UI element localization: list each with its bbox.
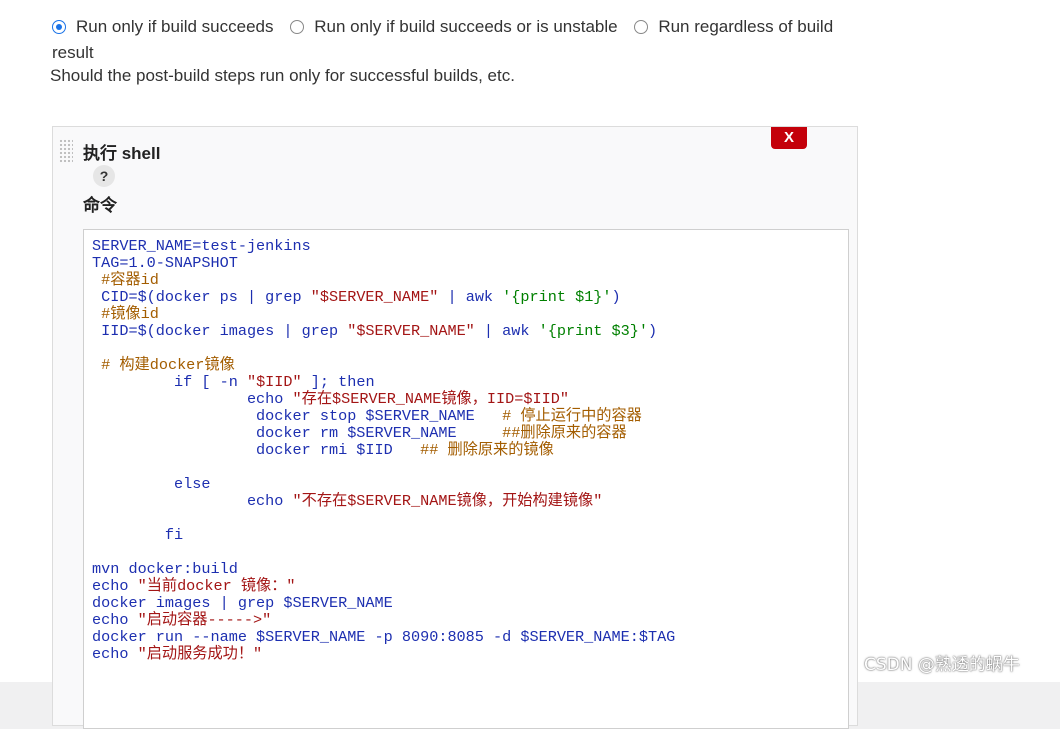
radio-label: Run only if build succeeds (76, 17, 274, 36)
code-line: #容器id (101, 271, 159, 289)
code-line: docker run --name $SERVER_NAME -p 8090:8… (92, 628, 676, 646)
code-line: echo "启动服务成功！" (92, 645, 263, 663)
delete-step-button[interactable]: X (771, 127, 807, 149)
step-title: 执行 shell (83, 144, 161, 163)
code-line: SERVER_NAME=test-jenkins (92, 237, 311, 255)
code-line: TAG=1.0-SNAPSHOT (92, 254, 238, 272)
drag-handle-icon[interactable] (59, 139, 73, 163)
code-line: docker rm $SERVER_NAME ##删除原来的容器 (92, 424, 627, 442)
code-line: fi (92, 526, 184, 544)
post-build-help-text: Should the post-build steps run only for… (50, 66, 515, 85)
code-line: # 构建docker镜像 (101, 356, 235, 374)
code-line: echo "不存在$SERVER_NAME镜像，开始构建镜像" (92, 492, 603, 510)
code-line: echo "存在$SERVER_NAME镜像，IID=$IID" (92, 390, 569, 408)
code-line: IID=$(docker images | grep "$SERVER_NAME… (92, 322, 658, 340)
code-line: docker images | grep $SERVER_NAME (92, 594, 393, 612)
command-code[interactable]: SERVER_NAME=test-jenkins TAG=1.0-SNAPSHO… (84, 230, 848, 663)
command-label: 命令 (83, 196, 117, 215)
radio-unselected-icon[interactable] (290, 20, 305, 34)
left-gutter (0, 0, 37, 682)
code-line: CID=$(docker ps | grep "$SERVER_NAME" | … (92, 288, 621, 306)
help-icon[interactable]: ? (93, 165, 115, 187)
code-line: docker rmi $IID ## 删除原来的镜像 (92, 441, 554, 459)
post-build-radio-group: Run only if build succeeds Run only if b… (52, 14, 872, 66)
code-line: docker stop $SERVER_NAME # 停止运行中的容器 (92, 407, 642, 425)
code-line: #镜像id (101, 305, 159, 323)
code-line: echo "启动容器----->" (92, 611, 272, 629)
command-editor[interactable]: SERVER_NAME=test-jenkins TAG=1.0-SNAPSHO… (83, 229, 849, 729)
code-line: echo "当前docker 镜像：" (92, 577, 296, 595)
radio-label: Run only if build succeeds or is unstabl… (314, 17, 618, 36)
code-line: else (92, 475, 211, 493)
radio-option-success[interactable]: Run only if build succeeds (52, 17, 278, 36)
radio-unselected-icon[interactable] (634, 20, 649, 34)
radio-selected-icon[interactable] (52, 20, 66, 34)
watermark: CSDN @熟透的蜗牛 (864, 655, 1020, 675)
code-line: mvn docker:build (92, 560, 238, 578)
code-line: if [ -n "$IID" ]; then (92, 373, 375, 391)
build-step-execute-shell: 执行 shell ? 命令 X SERVER_NAME=test-jenkins… (52, 126, 858, 729)
radio-option-unstable[interactable]: Run only if build succeeds or is unstabl… (290, 17, 622, 36)
